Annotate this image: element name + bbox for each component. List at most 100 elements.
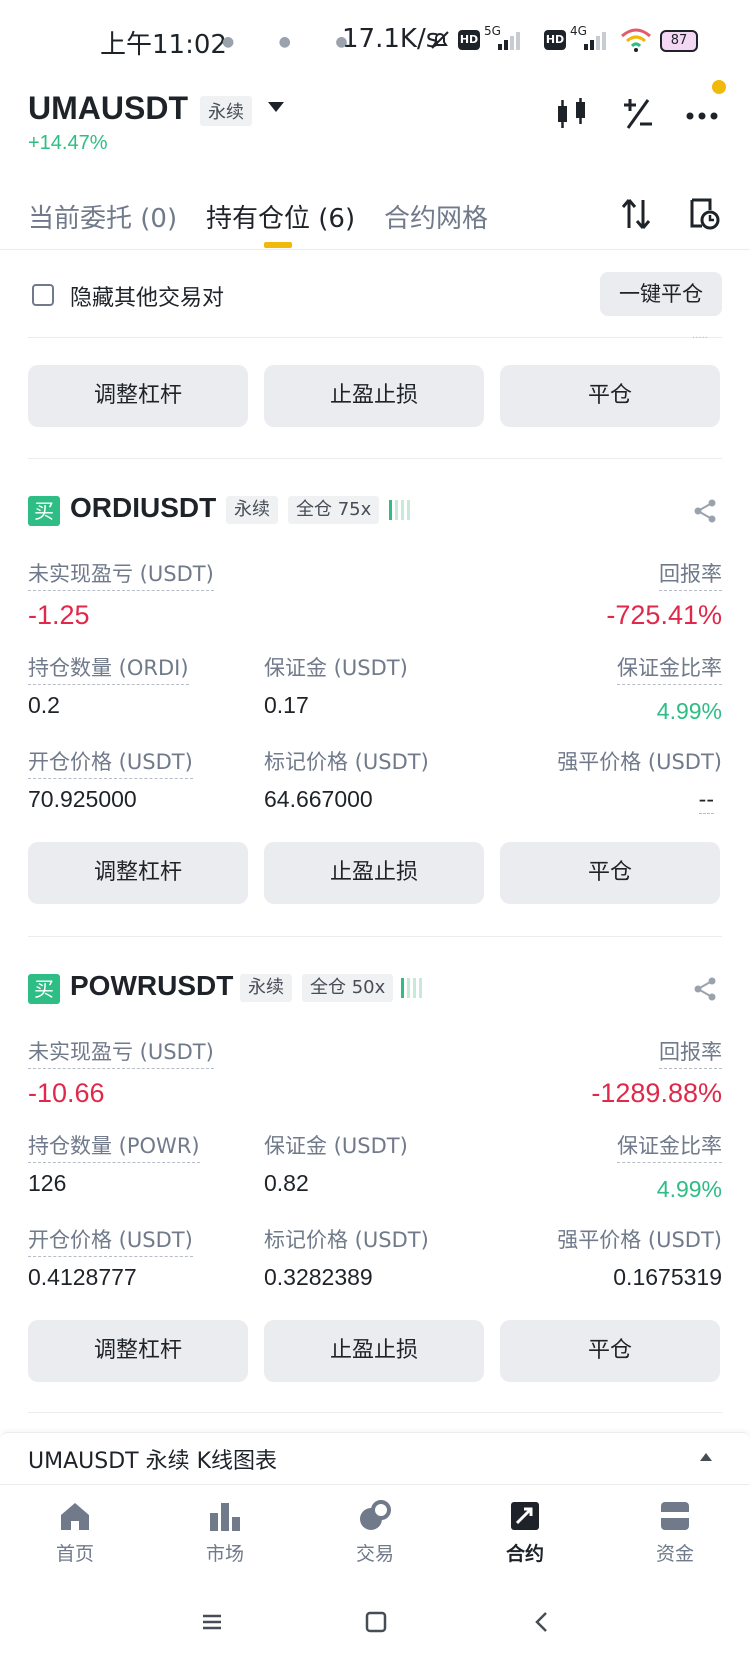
nav-assets[interactable]: 资金: [625, 1499, 725, 1566]
candlestick-icon[interactable]: [552, 94, 592, 134]
contract-type-pill: 永续: [240, 974, 292, 1002]
home-square-icon[interactable]: [364, 1610, 388, 1634]
position-tabs: 当前委托 (0) 持有仓位 (6) 合约网格: [0, 190, 750, 250]
menu-icon[interactable]: [200, 1610, 224, 1634]
share-icon[interactable]: [692, 498, 718, 524]
margin-mode-pill[interactable]: 全仓 75x: [288, 496, 380, 524]
pnl-label: 未实现盈亏 (USDT): [28, 558, 214, 591]
buy-side-tag: 买: [28, 496, 60, 526]
mark-price-value: 64.667000: [264, 786, 373, 812]
mark-price-label: 标记价格 (USDT): [264, 1228, 429, 1252]
nav-trade[interactable]: 交易: [325, 1499, 425, 1566]
symbol-dropdown-icon[interactable]: [268, 102, 284, 112]
status-time: 上午11:02: [100, 30, 227, 60]
divider: [28, 1412, 722, 1413]
mark-price-label: 标记价格 (USDT): [264, 750, 429, 774]
futures-icon: [511, 1502, 539, 1530]
price-change: +14.47%: [28, 132, 108, 154]
adjust-leverage-button[interactable]: 调整杠杆: [28, 1320, 248, 1382]
wifi-icon: [621, 28, 651, 52]
margin-ratio-value: 4.99%: [656, 698, 722, 724]
system-navigation: [0, 1580, 750, 1666]
hide-pairs-row: 隐藏其他交易对 一键平仓: [0, 270, 750, 330]
position-actions-ordi: 调整杠杆 止盈止损 平仓: [0, 842, 750, 904]
adjust-leverage-button[interactable]: 调整杠杆: [28, 842, 248, 904]
tab-positions[interactable]: 持有仓位 (6): [206, 198, 355, 235]
bottom-navigation: 首页 市场 交易 合约 资金: [0, 1484, 750, 1578]
nav-markets[interactable]: 市场: [175, 1499, 275, 1566]
nav-home[interactable]: 首页: [25, 1499, 125, 1566]
history-icon[interactable]: [688, 196, 720, 232]
divider: [28, 337, 722, 338]
margin-mode-pill[interactable]: 全仓 50x: [302, 974, 394, 1002]
mute-bell-icon: [431, 31, 449, 49]
position-actions-prev: 调整杠杆 止盈止损 平仓: [0, 365, 750, 427]
size-label: 持仓数量 (ORDI): [28, 652, 189, 685]
kline-chart-bar[interactable]: UMAUSDT 永续 K线图表: [0, 1432, 750, 1484]
status-bar: 上午11:02 ● ● ● 17.1K/s HD 5G HD 4G 87: [0, 0, 750, 80]
trade-icon: [360, 1500, 391, 1530]
hide-pairs-checkbox[interactable]: [32, 284, 54, 306]
pnl-value: -1.25: [28, 600, 90, 630]
close-position-button[interactable]: 平仓: [500, 365, 720, 427]
hd-badge-2: HD: [544, 30, 566, 50]
calculator-icon[interactable]: [618, 94, 658, 134]
entry-price-value: 0.4128777: [28, 1264, 137, 1290]
close-all-button[interactable]: 一键平仓: [600, 272, 722, 316]
entry-price-value: 70.925000: [28, 786, 137, 812]
entry-price-label: 开仓价格 (USDT): [28, 746, 193, 779]
hide-pairs-label: 隐藏其他交易对: [70, 286, 225, 311]
entry-price-label: 开仓价格 (USDT): [28, 1224, 193, 1257]
back-icon[interactable]: [530, 1610, 554, 1634]
sort-icon[interactable]: [620, 196, 652, 232]
active-tab-indicator: [264, 242, 292, 248]
adl-indicator-icon: [389, 500, 410, 520]
divider: [28, 936, 722, 937]
liq-price-label: 强平价格 (USDT): [557, 1228, 722, 1252]
contract-type-tag: 永续: [200, 96, 252, 126]
liq-price-value: 0.1675319: [613, 1264, 722, 1290]
signal-icon: [498, 32, 520, 50]
tp-sl-button[interactable]: 止盈止损: [264, 842, 484, 904]
hd-badge: HD: [458, 30, 480, 50]
pnl-value: -10.66: [28, 1078, 105, 1108]
roe-label: 回报率: [659, 558, 722, 591]
liq-price-label: 强平价格 (USDT): [557, 750, 722, 774]
more-icon[interactable]: [682, 94, 722, 134]
notification-dot: [712, 80, 726, 94]
margin-ratio-value: 4.99%: [656, 1176, 722, 1202]
close-position-button[interactable]: 平仓: [500, 1320, 720, 1382]
pnl-label: 未实现盈亏 (USDT): [28, 1036, 214, 1069]
position-pair[interactable]: POWRUSDT: [70, 970, 233, 1002]
margin-label: 保证金 (USDT): [264, 656, 408, 680]
close-position-button[interactable]: 平仓: [500, 842, 720, 904]
signal-icon-2: [584, 32, 606, 50]
tp-sl-button[interactable]: 止盈止损: [264, 365, 484, 427]
expand-up-icon[interactable]: [700, 1453, 712, 1461]
kline-chart-label: UMAUSDT 永续 K线图表: [28, 1449, 277, 1474]
home-icon: [61, 1503, 89, 1530]
size-value: 0.2: [28, 692, 60, 718]
battery-indicator: 87: [660, 30, 698, 52]
roe-value: -1289.88%: [591, 1078, 722, 1108]
mark-price-value: 0.3282389: [264, 1264, 373, 1290]
roe-label: 回报率: [659, 1036, 722, 1069]
size-value: 126: [28, 1170, 67, 1196]
adl-indicator-icon: [401, 978, 422, 998]
dashed-underline: .....: [692, 330, 708, 341]
symbol-title[interactable]: UMAUSDT: [28, 90, 188, 127]
bar-chart-icon: [210, 1503, 240, 1531]
adjust-leverage-button[interactable]: 调整杠杆: [28, 365, 248, 427]
position-pair[interactable]: ORDIUSDT: [70, 492, 216, 524]
position-actions-powr: 调整杠杆 止盈止损 平仓: [0, 1320, 750, 1382]
wallet-icon: [661, 1502, 689, 1530]
nav-futures[interactable]: 合约: [475, 1499, 575, 1566]
symbol-header: UMAUSDT 永续 +14.47%: [0, 84, 750, 164]
tab-open-orders[interactable]: 当前委托 (0): [28, 198, 177, 235]
tab-grid[interactable]: 合约网格: [384, 198, 488, 235]
share-icon[interactable]: [692, 976, 718, 1002]
roe-value: -725.41%: [606, 600, 722, 630]
tp-sl-button[interactable]: 止盈止损: [264, 1320, 484, 1382]
divider: [28, 458, 722, 459]
size-label: 持仓数量 (POWR): [28, 1130, 200, 1163]
